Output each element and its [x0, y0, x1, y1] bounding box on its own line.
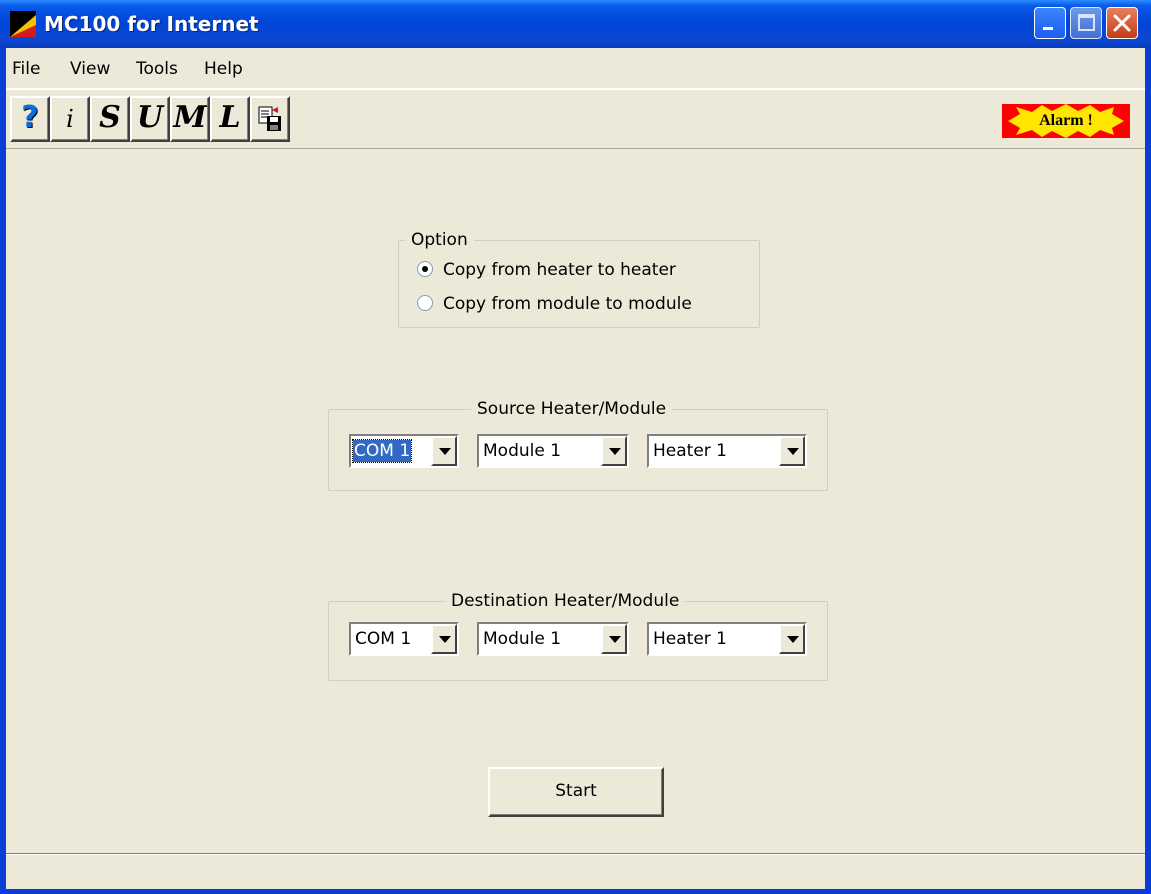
toolbar-help-button[interactable]: ?	[10, 96, 50, 142]
status-bar	[6, 853, 1145, 889]
dropdown-button[interactable]	[601, 436, 627, 466]
menu-help[interactable]: Help	[204, 59, 243, 79]
close-button[interactable]	[1106, 7, 1138, 39]
source-group-label: Source Heater/Module	[471, 399, 673, 419]
menu-tools[interactable]: Tools	[136, 59, 178, 79]
menu-view[interactable]: View	[70, 59, 110, 79]
destination-port-value: COM 1	[355, 629, 412, 649]
radio-button[interactable]	[417, 295, 433, 311]
toolbar-l-button[interactable]: L	[210, 96, 250, 142]
radio-button[interactable]	[417, 261, 433, 277]
start-button[interactable]: Start	[488, 767, 664, 817]
l-icon: L	[219, 100, 241, 135]
dropdown-button[interactable]	[431, 436, 457, 466]
option-group-label: Option	[405, 230, 474, 250]
minimize-icon	[1043, 27, 1053, 30]
dropdown-button[interactable]	[779, 436, 805, 466]
radio-label: Copy from module to module	[443, 294, 692, 314]
source-port-value: COM 1	[351, 439, 413, 463]
m-icon: M	[173, 100, 207, 135]
info-icon: i	[66, 105, 74, 133]
destination-group-label: Destination Heater/Module	[445, 591, 686, 611]
dropdown-button[interactable]	[431, 624, 457, 654]
u-icon: U	[136, 100, 164, 135]
copy-save-icon	[258, 106, 281, 131]
source-module-select[interactable]: Module 1	[477, 434, 629, 468]
destination-module-select[interactable]: Module 1	[477, 622, 629, 656]
chevron-down-icon	[787, 636, 799, 643]
source-module-value: Module 1	[483, 441, 562, 461]
chevron-down-icon	[439, 636, 451, 643]
close-icon	[1113, 14, 1131, 32]
destination-heater-select[interactable]: Heater 1	[647, 622, 807, 656]
maximize-icon	[1078, 14, 1095, 31]
toolbar-m-button[interactable]: M	[170, 96, 210, 142]
minimize-button[interactable]	[1034, 7, 1066, 39]
dropdown-button[interactable]	[779, 624, 805, 654]
radio-label: Copy from heater to heater	[443, 260, 676, 280]
title-bar[interactable]: MC100 for Internet	[0, 0, 1151, 48]
chevron-down-icon	[787, 448, 799, 455]
alarm-indicator[interactable]: Alarm !	[1002, 104, 1130, 138]
toolbar-copy-save-button[interactable]	[250, 96, 290, 142]
alarm-label: Alarm !	[1039, 112, 1093, 129]
source-heater-select[interactable]: Heater 1	[647, 434, 807, 468]
help-question-icon: ?	[21, 100, 39, 135]
source-port-select[interactable]: COM 1	[349, 434, 459, 468]
destination-port-select[interactable]: COM 1	[349, 622, 459, 656]
chevron-down-icon	[609, 636, 621, 643]
chevron-down-icon	[609, 448, 621, 455]
app-logo-icon	[10, 11, 36, 37]
destination-groupbox: Destination Heater/Module COM 1 Module 1…	[328, 591, 828, 681]
window-title: MC100 for Internet	[44, 12, 259, 36]
toolbar-info-button[interactable]: i	[50, 96, 90, 142]
source-groupbox: Source Heater/Module COM 1 Module 1 Heat…	[328, 399, 828, 491]
source-heater-value: Heater 1	[653, 441, 727, 461]
toolbar-u-button[interactable]: U	[130, 96, 170, 142]
maximize-button[interactable]	[1070, 7, 1102, 39]
menu-file[interactable]: File	[12, 59, 40, 79]
toolbar-s-button[interactable]: S	[90, 96, 130, 142]
destination-heater-value: Heater 1	[653, 629, 727, 649]
radio-selected-dot	[422, 266, 428, 272]
chevron-down-icon	[439, 448, 451, 455]
toolbar: ? i S U M L Alarm !	[6, 89, 1145, 149]
dropdown-button[interactable]	[601, 624, 627, 654]
s-icon: S	[99, 100, 121, 135]
destination-module-value: Module 1	[483, 629, 562, 649]
menu-bar: File View Tools Help	[6, 48, 1145, 89]
option-groupbox: Option Copy from heater to heater Copy f…	[398, 230, 760, 328]
